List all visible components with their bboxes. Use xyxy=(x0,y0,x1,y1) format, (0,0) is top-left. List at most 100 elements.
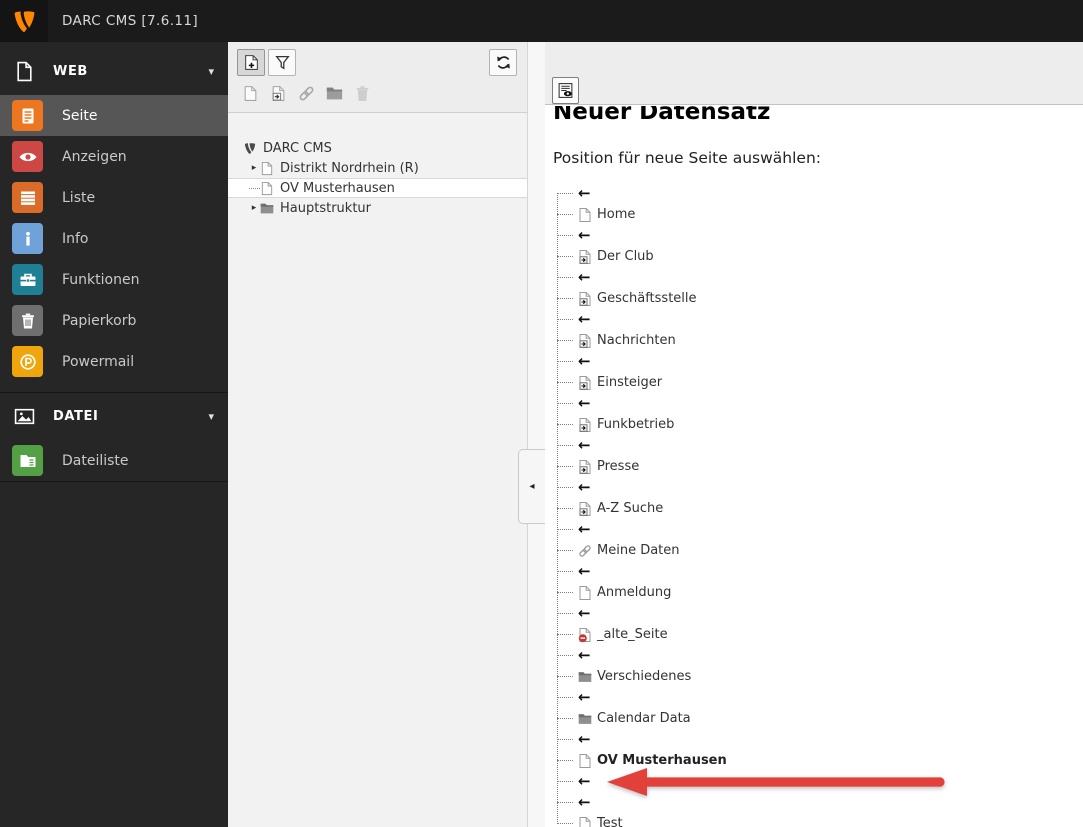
tree-connector xyxy=(557,298,573,300)
chevron-left-icon: ◂ xyxy=(529,481,535,492)
tree-connector xyxy=(557,466,573,468)
folder-icon xyxy=(578,710,593,727)
tree-node-label: Distrikt Nordrhein (R) xyxy=(280,160,419,176)
filter-button[interactable] xyxy=(268,49,296,76)
insert-position-arrow[interactable]: ← xyxy=(578,522,591,537)
insert-position-arrow[interactable]: ← xyxy=(578,732,591,747)
shortcut-page-icon xyxy=(578,248,593,265)
insert-position-arrow[interactable]: ← xyxy=(578,606,591,621)
insert-position-arrow[interactable]: ← xyxy=(578,396,591,411)
position-page-label: Geschäftsstelle xyxy=(597,291,697,307)
position-page-label: Einsteiger xyxy=(597,375,663,391)
tree-connector xyxy=(557,571,573,573)
tree-node[interactable]: ▸ Distrikt Nordrhein (R) xyxy=(228,158,527,178)
position-row: ← Calendar Data xyxy=(553,708,1083,729)
insert-position-arrow[interactable]: ← xyxy=(578,228,591,243)
refresh-button[interactable] xyxy=(489,49,517,76)
sidebar-item[interactable]: Papierkorb xyxy=(0,300,228,341)
tree-node[interactable]: ▸ DARC CMS xyxy=(228,138,527,158)
page-icon[interactable] xyxy=(242,85,259,102)
sidebar-item[interactable]: Dateiliste xyxy=(0,440,228,481)
position-page-label: OV Musterhausen xyxy=(597,753,727,769)
tree-connector xyxy=(557,382,573,384)
position-page-label: A-Z Suche xyxy=(597,501,664,517)
docheader xyxy=(545,42,1083,105)
position-page-label: Home xyxy=(597,207,636,223)
page-icon xyxy=(260,160,275,176)
position-row: ← _alte_Seite xyxy=(553,624,1083,645)
hidden-page-icon xyxy=(578,626,593,643)
trash-icon[interactable] xyxy=(354,85,371,102)
insert-position-arrow[interactable]: ← xyxy=(578,795,591,810)
tree-connector xyxy=(557,424,573,426)
insert-position-arrow[interactable]: ← xyxy=(578,186,591,201)
chevron-down-icon: ▾ xyxy=(208,410,214,423)
tree-connector xyxy=(557,403,573,405)
link-icon[interactable] xyxy=(298,85,315,102)
shortcut-page-icon xyxy=(578,416,593,433)
expand-arrow-icon[interactable]: ▸ xyxy=(248,163,260,173)
tree-connector xyxy=(557,529,573,531)
position-row: ← xyxy=(553,435,1083,456)
sidebar-section-header-web[interactable]: WEB ▾ xyxy=(0,48,228,95)
tree-connector xyxy=(557,676,573,678)
insert-position-arrow[interactable]: ← xyxy=(578,438,591,453)
tree-connector xyxy=(557,592,573,594)
page-icon xyxy=(578,815,593,827)
sidebar-item[interactable]: Anzeigen xyxy=(0,136,228,177)
insert-position-arrow[interactable]: ← xyxy=(578,354,591,369)
sidebar-item[interactable]: Powermail xyxy=(0,341,228,382)
shortcut-page-icon xyxy=(578,374,593,391)
position-page-label: Der Club xyxy=(597,249,654,265)
sidebar-item[interactable]: Funktionen xyxy=(0,259,228,300)
view-module-icon xyxy=(12,141,43,172)
tree-connector xyxy=(557,235,573,237)
insert-position-arrow[interactable]: ← xyxy=(578,648,591,663)
position-page-label: Funkbetrieb xyxy=(597,417,675,433)
position-row: ← Der Club xyxy=(553,246,1083,267)
tree-connector xyxy=(557,655,573,657)
page-icon xyxy=(578,206,593,223)
position-row: ← xyxy=(553,183,1083,204)
position-row: ← Geschäftsstelle xyxy=(553,288,1083,309)
insert-position-arrow[interactable]: ← xyxy=(578,564,591,579)
sidebar-item[interactable]: Liste xyxy=(0,177,228,218)
typo3-logo-icon[interactable] xyxy=(0,0,48,42)
insert-position-arrow[interactable]: ← xyxy=(578,690,591,705)
sidebar-item[interactable]: Seite xyxy=(0,95,228,136)
sidebar-item-label: Liste xyxy=(62,189,96,206)
expand-arrow-icon[interactable]: ▸ xyxy=(248,203,260,213)
sidebar-item[interactable]: Info xyxy=(0,218,228,259)
datei-section-icon xyxy=(14,406,35,427)
sidebar-section-label: DATEI xyxy=(53,409,99,424)
shortcut-page-icon xyxy=(578,500,593,517)
tree-node[interactable]: ▸ Hauptstruktur xyxy=(228,198,527,218)
sidebar-item-label: Funktionen xyxy=(62,271,140,288)
page-tree-panel: ▸ DARC CMS ▸ Distrikt Nordrhein (R) ▸ OV… xyxy=(228,42,527,827)
position-row: ← Nachrichten xyxy=(553,330,1083,351)
position-row: ← xyxy=(553,561,1083,582)
position-row: ← xyxy=(553,771,1083,792)
view-record-button[interactable] xyxy=(552,77,579,104)
insert-position-arrow[interactable]: ← xyxy=(578,480,591,495)
shortcut-page-icon[interactable] xyxy=(270,85,287,102)
tree-node[interactable]: ▸ OV Musterhausen xyxy=(228,178,527,198)
insert-position-arrow[interactable]: ← xyxy=(578,774,591,789)
position-row: ← xyxy=(553,267,1083,288)
position-row: ← OV Musterhausen xyxy=(553,750,1083,771)
insert-position-arrow[interactable]: ← xyxy=(578,312,591,327)
sidebar-item-label: Info xyxy=(62,230,89,247)
shortcut-page-icon xyxy=(578,290,593,307)
new-page-button[interactable] xyxy=(237,49,265,76)
panel-splitter[interactable]: ◂ xyxy=(518,42,545,827)
new-record-wizard: Neuer Datensatz Position für neue Seite … xyxy=(545,106,1083,827)
position-row: ← xyxy=(553,687,1083,708)
position-page-label: Anmeldung xyxy=(597,585,672,601)
page-module-icon xyxy=(12,100,43,131)
folder-icon[interactable] xyxy=(326,85,343,102)
sidebar-section-header-datei[interactable]: DATEI ▾ xyxy=(0,393,228,440)
folder-icon xyxy=(578,668,593,685)
position-row: ← xyxy=(553,792,1083,813)
collapse-tree-button[interactable]: ◂ xyxy=(518,449,545,524)
insert-position-arrow[interactable]: ← xyxy=(578,270,591,285)
